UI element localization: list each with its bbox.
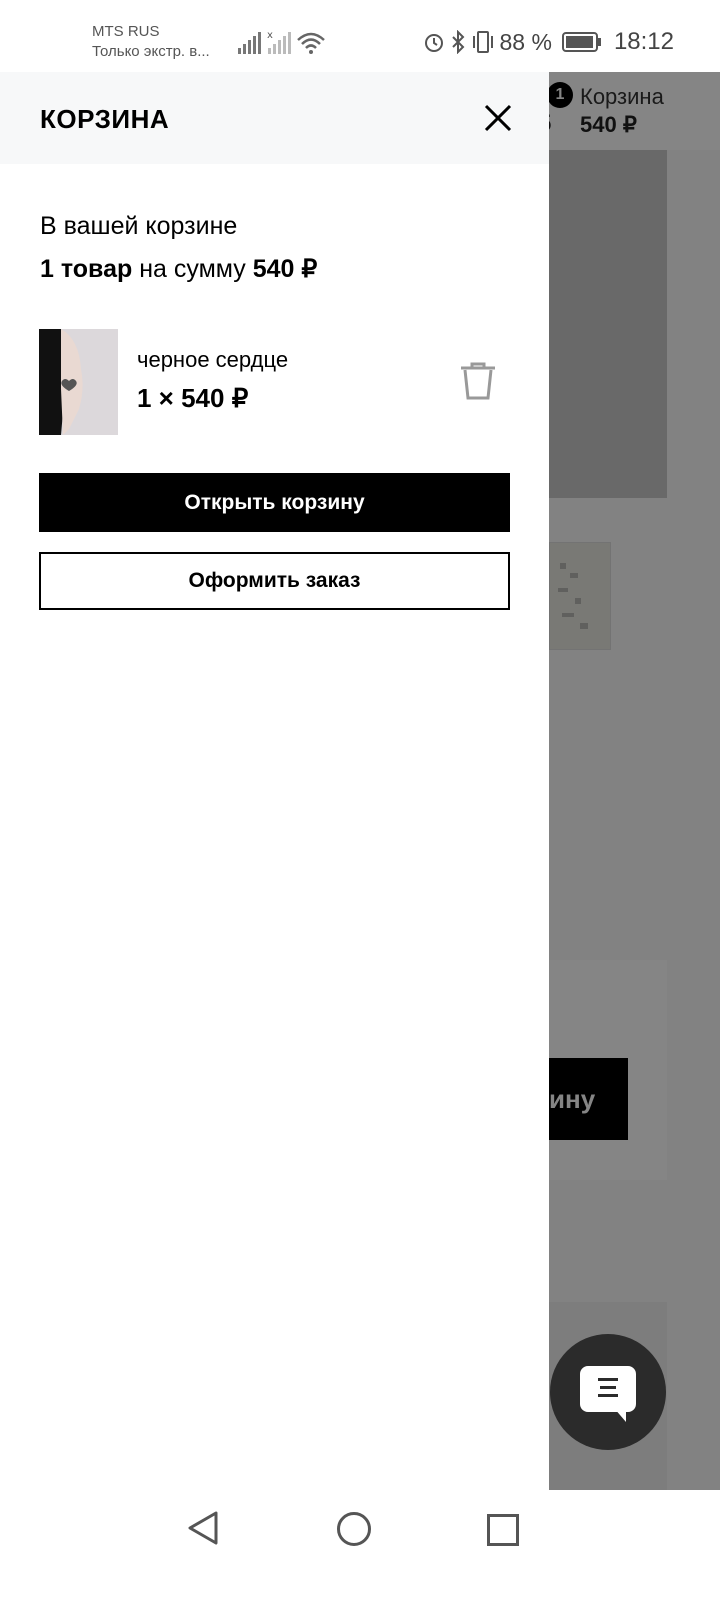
status-icons: 88 % 18:12 bbox=[422, 28, 674, 56]
drawer-header: КОРЗИНА bbox=[0, 72, 549, 164]
carrier-status: Только экстр. в... bbox=[92, 43, 210, 60]
navigation-bar bbox=[0, 1490, 720, 1600]
back-icon[interactable] bbox=[186, 1510, 222, 1546]
battery-percent: 88 % bbox=[499, 28, 552, 55]
chat-button[interactable] bbox=[550, 1334, 666, 1450]
battery-icon bbox=[561, 32, 601, 52]
recent-apps-icon[interactable] bbox=[487, 1514, 519, 1546]
status-bar: MTS RUS Только экстр. в... x 88 % 18:12 bbox=[0, 0, 720, 72]
clock: 18:12 bbox=[613, 28, 674, 55]
cart-summary-middle: на сумму bbox=[132, 255, 253, 283]
svg-text:x: x bbox=[267, 30, 273, 41]
trash-icon[interactable] bbox=[459, 361, 497, 401]
cart-summary-text: 1 товар на сумму 540 ₽ bbox=[40, 254, 317, 284]
bluetooth-icon bbox=[451, 30, 464, 54]
chat-icon-line bbox=[598, 1378, 618, 1381]
carrier-info: MTS RUS Только экстр. в... bbox=[92, 22, 210, 62]
cart-item-count: 1 товар bbox=[40, 255, 133, 283]
carrier-name: MTS RUS bbox=[92, 23, 160, 40]
cart-drawer: КОРЗИНА В вашей корзине 1 товар на сумму… bbox=[0, 72, 549, 1490]
close-icon[interactable] bbox=[478, 98, 518, 138]
signal-icon: x bbox=[238, 30, 325, 54]
checkout-button[interactable]: Оформить заказ bbox=[39, 552, 510, 610]
chat-icon-line bbox=[600, 1386, 616, 1389]
alarm-icon bbox=[424, 34, 443, 52]
chat-icon-tail bbox=[614, 1408, 626, 1422]
product-image[interactable] bbox=[39, 329, 118, 435]
open-cart-button[interactable]: Открыть корзину bbox=[39, 473, 510, 532]
cart-summary-heading: В вашей корзине bbox=[40, 212, 238, 240]
chat-icon-line bbox=[598, 1394, 618, 1397]
vibrate-icon bbox=[472, 31, 493, 53]
product-qty-price: 1 × 540 ₽ bbox=[137, 383, 249, 413]
home-icon[interactable] bbox=[337, 1512, 371, 1546]
cart-total: 540 ₽ bbox=[252, 255, 318, 283]
chat-icon bbox=[580, 1366, 636, 1412]
cart-item: черное сердце 1 × 540 ₽ bbox=[39, 329, 510, 435]
product-name[interactable]: черное сердце bbox=[137, 347, 288, 373]
drawer-title: КОРЗИНА bbox=[40, 104, 170, 134]
